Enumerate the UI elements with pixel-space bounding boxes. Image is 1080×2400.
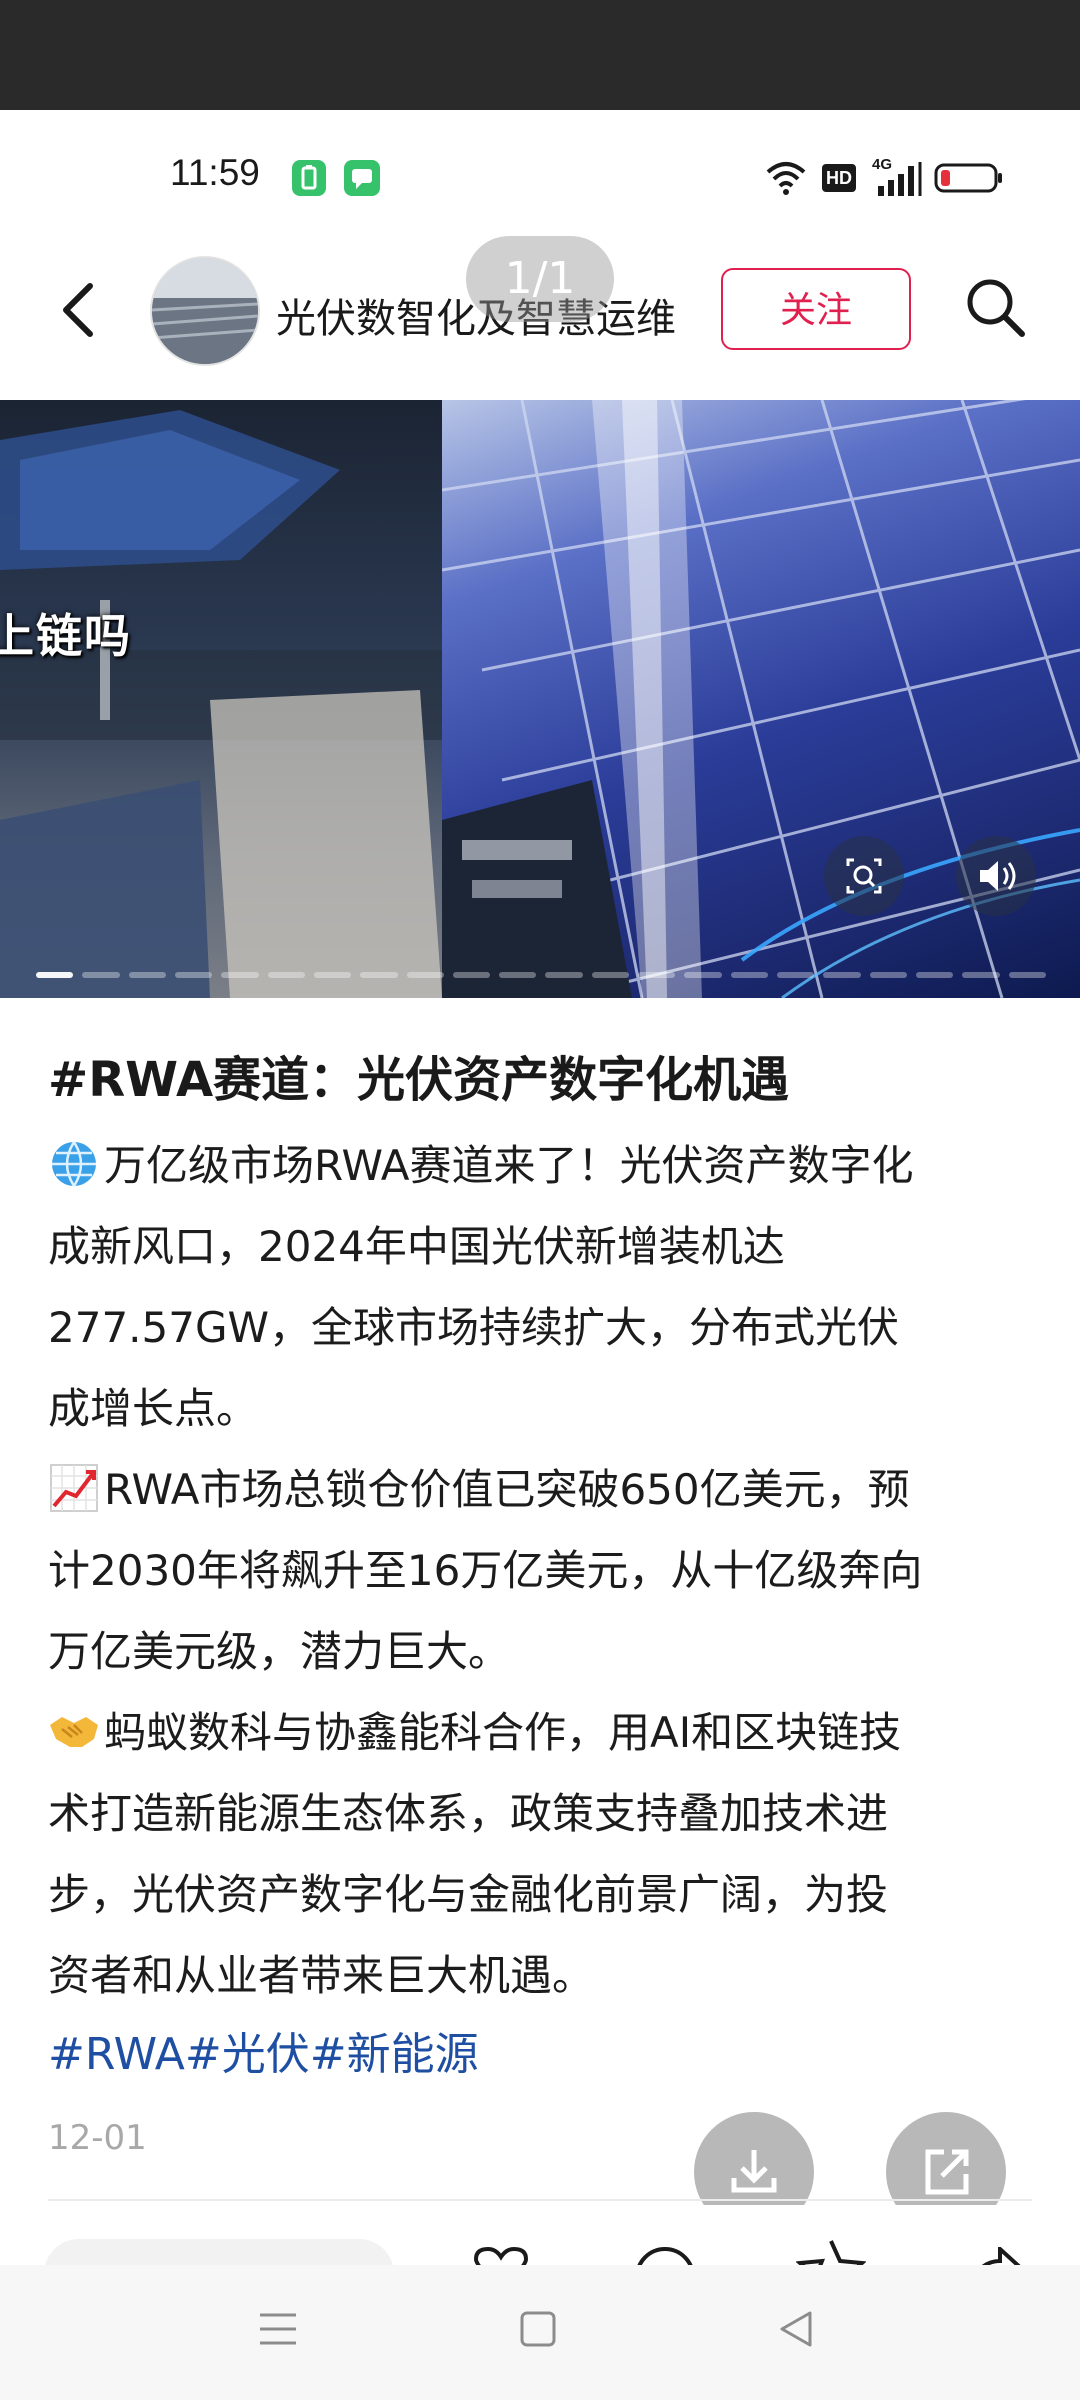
system-navigation-bar xyxy=(0,2265,1080,2400)
signal-icon: 4G xyxy=(872,156,928,198)
carousel-segment xyxy=(823,972,861,978)
para2-line1: RWA市场总锁仓价值已突破650亿美元，预 xyxy=(104,1465,910,1514)
para2-line3: 万亿美元级，潜力巨大。 xyxy=(48,1627,511,1676)
carousel-segment xyxy=(638,972,676,978)
para1-line4: 成增长点。 xyxy=(48,1384,259,1433)
para3-line4: 资者和从业者带来巨大机遇。 xyxy=(48,1951,595,2000)
carousel-segment xyxy=(684,972,722,978)
para3-line2: 术打造新能源生态体系，政策支持叠加技术进 xyxy=(48,1789,889,1838)
battery-icon xyxy=(934,162,1004,194)
post-paragraph-2: RWA市场总锁仓价值已突破650亿美元，预 计2030年将飙升至16万亿美元，从… xyxy=(48,1449,1038,1692)
back-icon[interactable] xyxy=(52,280,112,340)
account-avatar[interactable] xyxy=(150,256,260,366)
globe-icon xyxy=(48,1135,100,1187)
carousel-segment xyxy=(869,972,907,978)
home-icon[interactable] xyxy=(518,2309,558,2349)
message-app-icon xyxy=(344,160,380,196)
carousel-segment xyxy=(915,972,954,978)
carousel-segment xyxy=(591,972,630,978)
volume-icon xyxy=(980,861,1016,891)
carousel-segment xyxy=(174,972,213,978)
para1-line2: 成新风口，2024年中国光伏新增装机达 xyxy=(48,1222,785,1271)
volume-button[interactable] xyxy=(956,836,1036,916)
post-paragraph-1: 万亿级市场RWA赛道来了！光伏资产数字化 成新风口，2024年中国光伏新增装机达… xyxy=(48,1125,1038,1449)
carousel-segment xyxy=(36,972,74,978)
carousel-segment xyxy=(545,972,583,978)
carousel-segment xyxy=(128,972,166,978)
comment-input[interactable] xyxy=(44,2239,394,2265)
carousel-progress xyxy=(36,972,1046,980)
media-carousel[interactable]: 产上链吗 xyxy=(0,400,1080,998)
chart-up-icon xyxy=(48,1459,100,1512)
carousel-segment xyxy=(267,972,305,978)
wifi-icon xyxy=(764,158,808,198)
like-icon[interactable] xyxy=(466,2247,536,2265)
carousel-segment xyxy=(777,972,815,978)
menu-icon[interactable] xyxy=(258,2309,298,2349)
post-title: #RWA赛道：光伏资产数字化机遇 xyxy=(48,1052,790,1108)
para2-line2: 计2030年将飙升至16万亿美元，从十亿级奔向 xyxy=(48,1546,923,1595)
carousel-segment xyxy=(730,972,768,978)
status-time: 11:59 xyxy=(170,152,260,193)
scan-search-icon xyxy=(846,858,882,894)
video-overlay-caption: 产上链吗 xyxy=(0,609,132,663)
post-date: 12-01 xyxy=(48,2118,147,2158)
battery-saver-icon xyxy=(292,160,326,196)
media-image-left: 产上链吗 xyxy=(0,400,442,998)
star-icon[interactable] xyxy=(796,2239,866,2265)
search-icon[interactable] xyxy=(962,274,1028,340)
carousel-segment xyxy=(313,972,352,978)
top-overlay-bar xyxy=(0,0,1080,110)
para3-line3: 步，光伏资产数字化与金融化前景广阔，为投 xyxy=(48,1870,889,1919)
image-search-button[interactable] xyxy=(824,836,904,916)
carousel-segment xyxy=(360,972,398,978)
carousel-segment xyxy=(82,972,120,978)
para1-line1: 万亿级市场RWA赛道来了！光伏资产数字化 xyxy=(104,1141,914,1190)
forward-icon[interactable] xyxy=(960,2247,1030,2265)
post-paragraph-3: 蚂蚁数科与协鑫能科合作，用AI和区块链技 术打造新能源生态体系，政策支持叠加技术… xyxy=(48,1692,1038,2016)
carousel-segment xyxy=(499,972,537,978)
post-hashtags[interactable]: #RWA#光伏#新能源 xyxy=(48,2018,479,2082)
carousel-segment xyxy=(221,972,259,978)
carousel-segment xyxy=(452,972,491,978)
para1-line3: 277.57GW，全球市场持续扩大，分布式光伏 xyxy=(48,1303,900,1352)
carousel-segment xyxy=(406,972,444,978)
comment-icon[interactable] xyxy=(630,2247,700,2265)
signal-label: 4G xyxy=(872,156,893,173)
follow-button[interactable]: 关注 xyxy=(721,268,911,350)
bottom-action-bar xyxy=(0,2205,1080,2265)
hd-icon: HD xyxy=(822,164,856,192)
carousel-segment xyxy=(962,972,1000,978)
handshake-icon xyxy=(48,1702,100,1754)
divider xyxy=(48,2199,1032,2201)
carousel-segment xyxy=(1008,972,1046,978)
para3-line1: 蚂蚁数科与协鑫能科合作，用AI和区块链技 xyxy=(104,1708,902,1757)
page-indicator: 1/1 xyxy=(466,236,614,322)
back-nav-icon[interactable] xyxy=(776,2309,816,2349)
